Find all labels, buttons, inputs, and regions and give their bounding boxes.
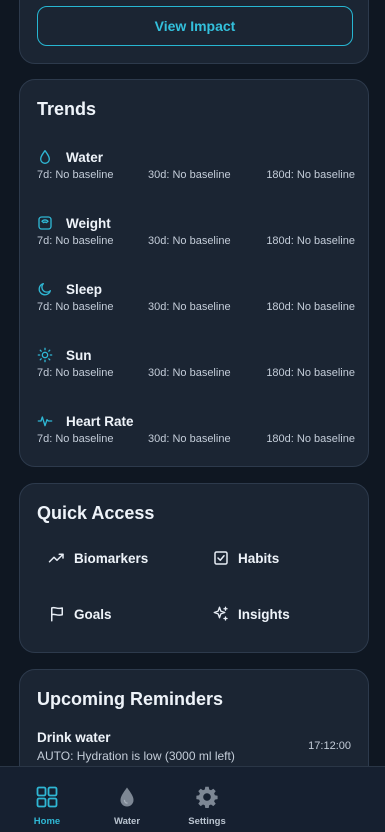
quick-access-title: Quick Access [37, 503, 155, 523]
trend-30d: 30d: No baseline [148, 235, 231, 247]
trend-7d: 7d: No baseline [37, 433, 114, 445]
trend-7d: 7d: No baseline [37, 367, 114, 379]
bottom-nav: Home Water Settings [0, 766, 385, 832]
trend-name: Sleep [66, 281, 103, 297]
reminder-title: Drink water [37, 730, 111, 745]
reminders-title: Upcoming Reminders [37, 689, 224, 709]
trend-name: Weight [66, 215, 111, 231]
nav-label: Water [113, 816, 141, 827]
trend-30d: 30d: No baseline [148, 301, 231, 313]
quick-access-label: Goals [74, 606, 112, 622]
trend-row-heart-rate[interactable]: Heart Rate 7d: No baseline 30d: No basel… [37, 410, 355, 458]
trend-7d: 7d: No baseline [37, 235, 114, 247]
flag-icon [51, 606, 63, 622]
trend-row-weight[interactable]: Weight 7d: No baseline 30d: No baseline … [37, 212, 355, 260]
trend-180d: 180d: No baseline [266, 367, 355, 379]
grid-icon [36, 786, 58, 808]
nav-label: Settings [188, 816, 226, 827]
trend-7d: 7d: No baseline [37, 169, 114, 181]
sun-icon [37, 347, 53, 363]
trend-180d: 180d: No baseline [266, 433, 355, 445]
trend-30d: 30d: No baseline [148, 169, 231, 181]
quick-access-biomarkers[interactable]: Biomarkers [48, 549, 148, 567]
trend-7d: 7d: No baseline [37, 301, 114, 313]
quick-access-label: Insights [238, 606, 290, 622]
quick-access-habits[interactable]: Habits [212, 549, 279, 567]
nav-settings[interactable]: Settings [177, 767, 237, 832]
trend-180d: 180d: No baseline [266, 301, 355, 313]
quick-access-insights[interactable]: Insights [212, 605, 290, 623]
trend-line-icon [48, 553, 64, 563]
trend-row-water[interactable]: Water 7d: No baseline 30d: No baseline 1… [37, 146, 355, 194]
droplet-icon [120, 787, 134, 807]
trend-30d: 30d: No baseline [148, 367, 231, 379]
quick-access-goals[interactable]: Goals [48, 605, 112, 623]
trend-180d: 180d: No baseline [266, 235, 355, 247]
checkbox-icon [214, 551, 228, 565]
trend-name: Sun [66, 347, 92, 363]
view-impact-button[interactable]: View Impact [37, 6, 353, 46]
droplet-icon [37, 149, 53, 165]
quick-access-label: Habits [238, 550, 280, 566]
nav-label: Home [33, 816, 61, 827]
trend-row-sun[interactable]: Sun 7d: No baseline 30d: No baseline 180… [37, 344, 355, 392]
impact-card: View Impact [19, 0, 369, 64]
trend-row-sleep[interactable]: Sleep 7d: No baseline 30d: No baseline 1… [37, 278, 355, 326]
quick-access-label: Biomarkers [74, 550, 149, 566]
reminder-time: 17:12:00 [308, 740, 351, 752]
trend-30d: 30d: No baseline [148, 433, 231, 445]
trend-name: Heart Rate [66, 413, 134, 429]
moon-icon [37, 281, 53, 297]
sparkles-icon [213, 606, 228, 621]
scale-icon [37, 215, 53, 231]
trends-card: Trends Water 7d: No baseline 30d: No bas… [19, 79, 369, 467]
trend-name: Water [66, 149, 104, 165]
nav-water[interactable]: Water [97, 767, 157, 832]
quick-access-card: Quick Access Biomarkers Habits Goals Ins… [19, 483, 369, 653]
trend-180d: 180d: No baseline [266, 169, 355, 181]
reminder-subtitle: AUTO: Hydration is low (3000 ml left) [37, 749, 235, 763]
trends-title: Trends [37, 99, 97, 119]
pulse-icon [37, 413, 53, 429]
gear-icon [196, 786, 218, 808]
nav-home[interactable]: Home [17, 767, 77, 832]
